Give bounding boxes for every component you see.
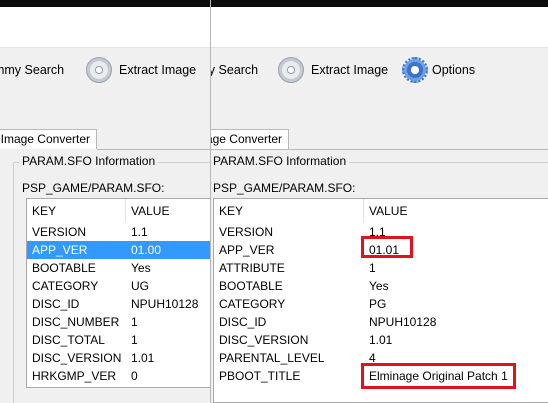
extract-image-button[interactable]: Extract Image (86, 54, 196, 86)
cd-disc-icon (86, 57, 112, 83)
group-title: PARAM.SFO Information (210, 154, 350, 168)
tab-image-converter[interactable]: Image Converter (0, 129, 97, 149)
table-row[interactable]: DISC_ID NPUH10128 (214, 313, 548, 331)
window-header (0, 7, 210, 47)
table-row[interactable]: CATEGORY UG (27, 277, 210, 295)
table-row[interactable]: ATTRIBUTE 1 (214, 259, 548, 277)
param-sfo-table[interactable]: KEY VALUE VERSION 1.1 APP_VER 01.00 BOOT… (26, 198, 210, 388)
table-header: KEY VALUE (27, 199, 210, 223)
column-header-key[interactable]: KEY (27, 199, 126, 223)
table-row[interactable]: DISC_NUMBER 1 (27, 313, 210, 331)
column-header-value[interactable]: VALUE (126, 199, 210, 223)
table-row[interactable]: BOOTABLE Yes (27, 259, 210, 277)
sfo-path-label: PSP_GAME/PARAM.SFO: (22, 181, 165, 195)
table-row[interactable]: VERSION 1.1 (27, 223, 210, 241)
app-ver-highlight-box (361, 236, 413, 258)
pboot-title-highlight-box (361, 363, 516, 389)
group-title: PARAM.SFO Information (19, 154, 159, 168)
left-window: Dummy Search Extract Image Image Convert… (0, 0, 211, 403)
gear-icon (402, 57, 428, 83)
table-row[interactable]: DISC_VERSION 1.01 (27, 349, 210, 367)
table-row[interactable]: HRKGMP_VER 0 (27, 367, 210, 385)
table-row[interactable]: CATEGORY PG (214, 295, 548, 313)
column-header-key[interactable]: KEY (214, 199, 364, 223)
cd-disc-icon (278, 57, 304, 83)
options-button[interactable]: Options (402, 54, 475, 86)
window-titlebar-dark (0, 0, 210, 7)
extract-image-button[interactable]: Extract Image (278, 54, 388, 86)
table-row[interactable]: DISC_ID NPUH10128 (27, 295, 210, 313)
table-row-selected[interactable]: APP_VER 01.00 (27, 241, 210, 259)
sfo-path-label: PSP_GAME/PARAM.SFO: (213, 181, 356, 195)
dummy-search-button[interactable]: Dummy Search (0, 54, 64, 86)
table-row[interactable]: DISC_TOTAL 1 (27, 331, 210, 349)
table-row[interactable]: BOOTABLE Yes (214, 277, 548, 295)
table-header: KEY VALUE (214, 199, 548, 223)
table-row[interactable]: DISC_VERSION 1.01 (214, 331, 548, 349)
column-header-value[interactable]: VALUE (364, 199, 548, 223)
